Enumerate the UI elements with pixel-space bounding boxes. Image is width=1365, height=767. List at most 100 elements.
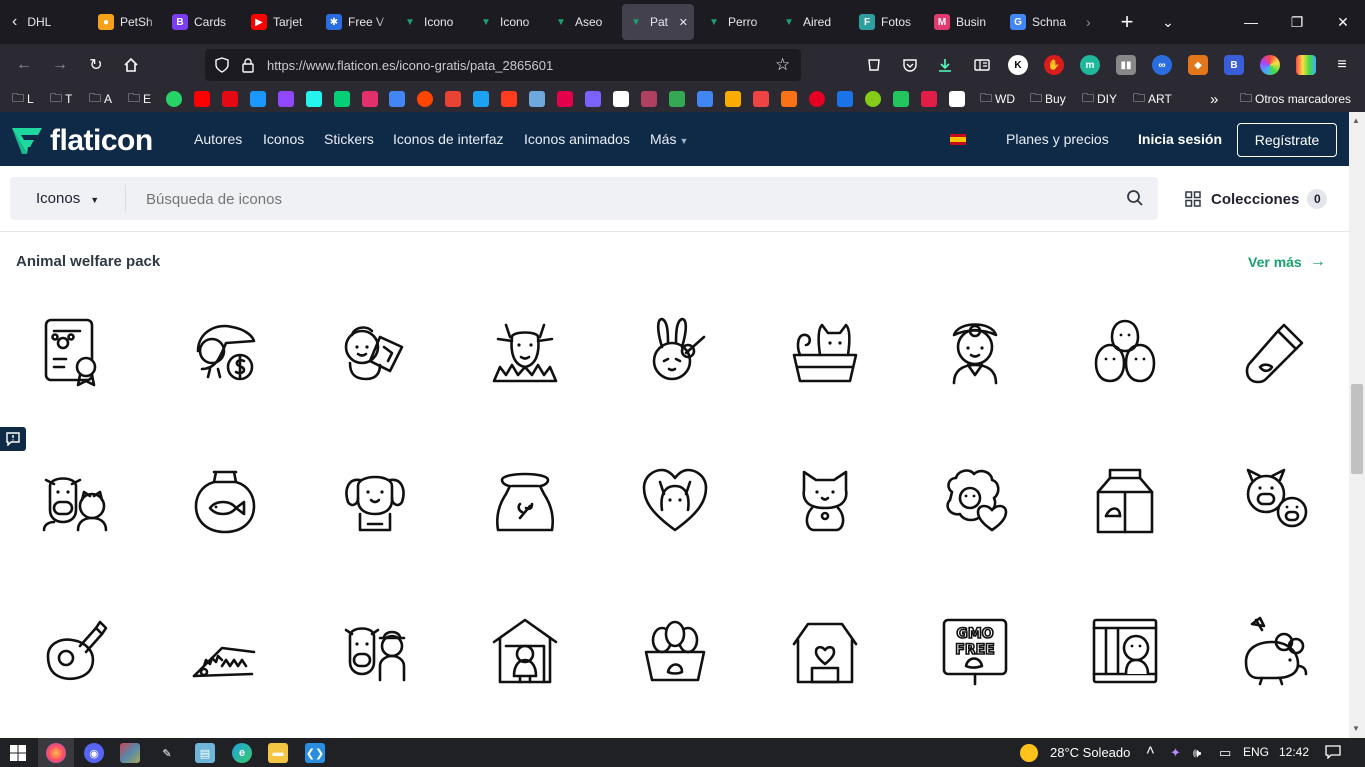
- bookmark-prime-video-icon[interactable]: [250, 91, 266, 107]
- volume-icon[interactable]: 🕪: [1193, 745, 1201, 761]
- book-icon[interactable]: ▮▮: [1116, 55, 1136, 75]
- bookmark-discord-icon[interactable]: [585, 91, 601, 107]
- bookmark-download-icon[interactable]: [753, 91, 769, 107]
- cat-sitting-icon[interactable]: [790, 466, 860, 536]
- color-wheel-icon[interactable]: [1260, 55, 1280, 75]
- dog-icon[interactable]: [340, 466, 410, 536]
- tab-1[interactable]: ● PetSh: [92, 0, 162, 44]
- rabbit-icon[interactable]: [640, 317, 710, 387]
- file-explorer-icon[interactable]: ▬: [268, 743, 288, 763]
- tab-10[interactable]: ▼ Aired: [775, 0, 847, 44]
- egg-basket-icon[interactable]: [640, 616, 710, 686]
- cow-farmer-icon[interactable]: [340, 616, 410, 686]
- spain-flag-icon[interactable]: [950, 134, 966, 145]
- feather-icon[interactable]: ✦: [1170, 745, 1181, 761]
- bookmark-instagram-icon[interactable]: [362, 91, 378, 107]
- bookmark-drive-icon[interactable]: [669, 91, 685, 107]
- firefox-icon[interactable]: [46, 743, 66, 763]
- tab-7[interactable]: ▼ Aseo: [547, 0, 617, 44]
- chicks-icon[interactable]: [1090, 317, 1160, 387]
- bookmark-folder-buy[interactable]: 🗀 Buy: [1030, 90, 1066, 108]
- tab-scroll-right-icon[interactable]: ›: [1086, 14, 1091, 30]
- bookmark-kickstarter-icon[interactable]: [334, 91, 350, 107]
- language-indicator[interactable]: ENG: [1243, 745, 1269, 759]
- feed-sack-icon[interactable]: [490, 466, 560, 536]
- lock-icon[interactable]: [241, 57, 255, 78]
- plans-link[interactable]: Planes y precios: [1006, 131, 1109, 147]
- downloads-icon[interactable]: [935, 55, 955, 75]
- sun-icon[interactable]: [1020, 744, 1038, 762]
- url-text[interactable]: https://www.flaticon.es/icono-gratis/pat…: [267, 58, 553, 73]
- bookmark-folder-t[interactable]: 🗀 T: [50, 90, 72, 108]
- chicken-coop-icon[interactable]: [490, 616, 560, 686]
- bookmark-mercado-icon[interactable]: [557, 91, 573, 107]
- tab-9[interactable]: ▼ Perro: [700, 0, 770, 44]
- bookmark-gmail-icon[interactable]: [445, 91, 461, 107]
- bookmark-ruby-icon[interactable]: [921, 91, 937, 107]
- hand-block-icon[interactable]: ✋: [1044, 55, 1064, 75]
- page-scrollbar[interactable]: ▲ ▼: [1349, 112, 1365, 738]
- back-icon[interactable]: ←: [11, 52, 37, 78]
- edge-icon[interactable]: e: [232, 743, 252, 763]
- cat-basket-icon[interactable]: [790, 317, 860, 387]
- tab-0[interactable]: ‹ DHL: [6, 0, 92, 44]
- bookmark-reddit-icon[interactable]: [417, 91, 433, 107]
- notepad-icon[interactable]: ▤: [195, 743, 215, 763]
- search-input[interactable]: [146, 186, 1106, 212]
- search-type-select[interactable]: Iconos ▼: [36, 190, 99, 207]
- reader-view-icon[interactable]: [972, 55, 992, 75]
- tray-chevron-up-icon[interactable]: ˄: [1146, 742, 1155, 759]
- tab-11[interactable]: F Fotos: [853, 0, 923, 44]
- bookmark-translate-icon[interactable]: [389, 91, 405, 107]
- pocket-icon[interactable]: [900, 55, 920, 75]
- k-extension-icon[interactable]: K: [1008, 55, 1028, 75]
- heart-animal-icon[interactable]: [640, 466, 710, 536]
- tab-13[interactable]: G Schna: [1004, 0, 1086, 44]
- bookmark-folder-diy[interactable]: 🗀 DIY: [1082, 90, 1117, 108]
- flaticon-logo[interactable]: flaticon: [10, 124, 153, 158]
- tab-list-button[interactable]: ⌄: [1146, 0, 1190, 44]
- sheep-heart-icon[interactable]: [940, 466, 1010, 536]
- tab-3[interactable]: ▶ Tarjet: [245, 0, 315, 44]
- vscode-icon[interactable]: ❮❯: [305, 743, 325, 763]
- pigs-icon[interactable]: [1240, 466, 1310, 536]
- bookmark-tiktok-icon[interactable]: [306, 91, 322, 107]
- vet-doctor-icon[interactable]: [940, 317, 1010, 387]
- bookmark-twitter-icon[interactable]: [473, 91, 489, 107]
- url-bar[interactable]: https://www.flaticon.es/icono-gratis/pat…: [205, 49, 801, 81]
- mouse-icon[interactable]: [1240, 616, 1310, 686]
- photo-app-icon[interactable]: [120, 743, 140, 763]
- network-icon[interactable]: ▭: [1219, 745, 1231, 761]
- toucan-money-icon[interactable]: [190, 317, 260, 387]
- infinity-icon[interactable]: ∞: [1152, 55, 1172, 75]
- bookmark-music-icon[interactable]: [781, 91, 797, 107]
- menu-icon[interactable]: ≡: [1332, 55, 1352, 75]
- bookmark-lime-icon[interactable]: [865, 91, 881, 107]
- lipstick-icon[interactable]: [1240, 317, 1310, 387]
- steak-icon[interactable]: [40, 616, 110, 686]
- menu-autores[interactable]: Autores: [194, 131, 242, 147]
- monkey-sign-icon[interactable]: [340, 317, 410, 387]
- menu-iconos[interactable]: Iconos: [263, 131, 304, 147]
- bookmark-x-icon[interactable]: [501, 91, 517, 107]
- bookmark-folder-a[interactable]: 🗀 A: [89, 90, 112, 108]
- scroll-down-icon[interactable]: ▼: [1352, 724, 1360, 733]
- scrollbar-thumb[interactable]: [1351, 384, 1363, 474]
- caged-monkey-icon[interactable]: [1090, 616, 1160, 686]
- bookmark-folder-l[interactable]: 🗀 L: [12, 90, 34, 108]
- tab-6[interactable]: ▼ Icono: [472, 0, 542, 44]
- milk-carton-icon[interactable]: [1090, 466, 1160, 536]
- tab-8[interactable]: ▼ Pat ✕: [622, 4, 694, 40]
- gmo-free-sign-icon[interactable]: GMO FREE: [940, 616, 1010, 686]
- menu-iconos-animados[interactable]: Iconos animados: [524, 131, 630, 147]
- shield-icon[interactable]: [215, 57, 229, 78]
- bookmark-folder-e[interactable]: 🗀 E: [128, 90, 151, 108]
- menu-stickers[interactable]: Stickers: [324, 131, 374, 147]
- home-icon[interactable]: [118, 52, 144, 78]
- certificate-icon[interactable]: [40, 317, 110, 387]
- goat-icon[interactable]: [490, 317, 560, 387]
- collections-button[interactable]: Colecciones 0: [1185, 189, 1328, 209]
- bookmark-twitch-icon[interactable]: [278, 91, 294, 107]
- metamask-icon[interactable]: ◆: [1188, 55, 1208, 75]
- clock[interactable]: 12:42: [1279, 745, 1309, 759]
